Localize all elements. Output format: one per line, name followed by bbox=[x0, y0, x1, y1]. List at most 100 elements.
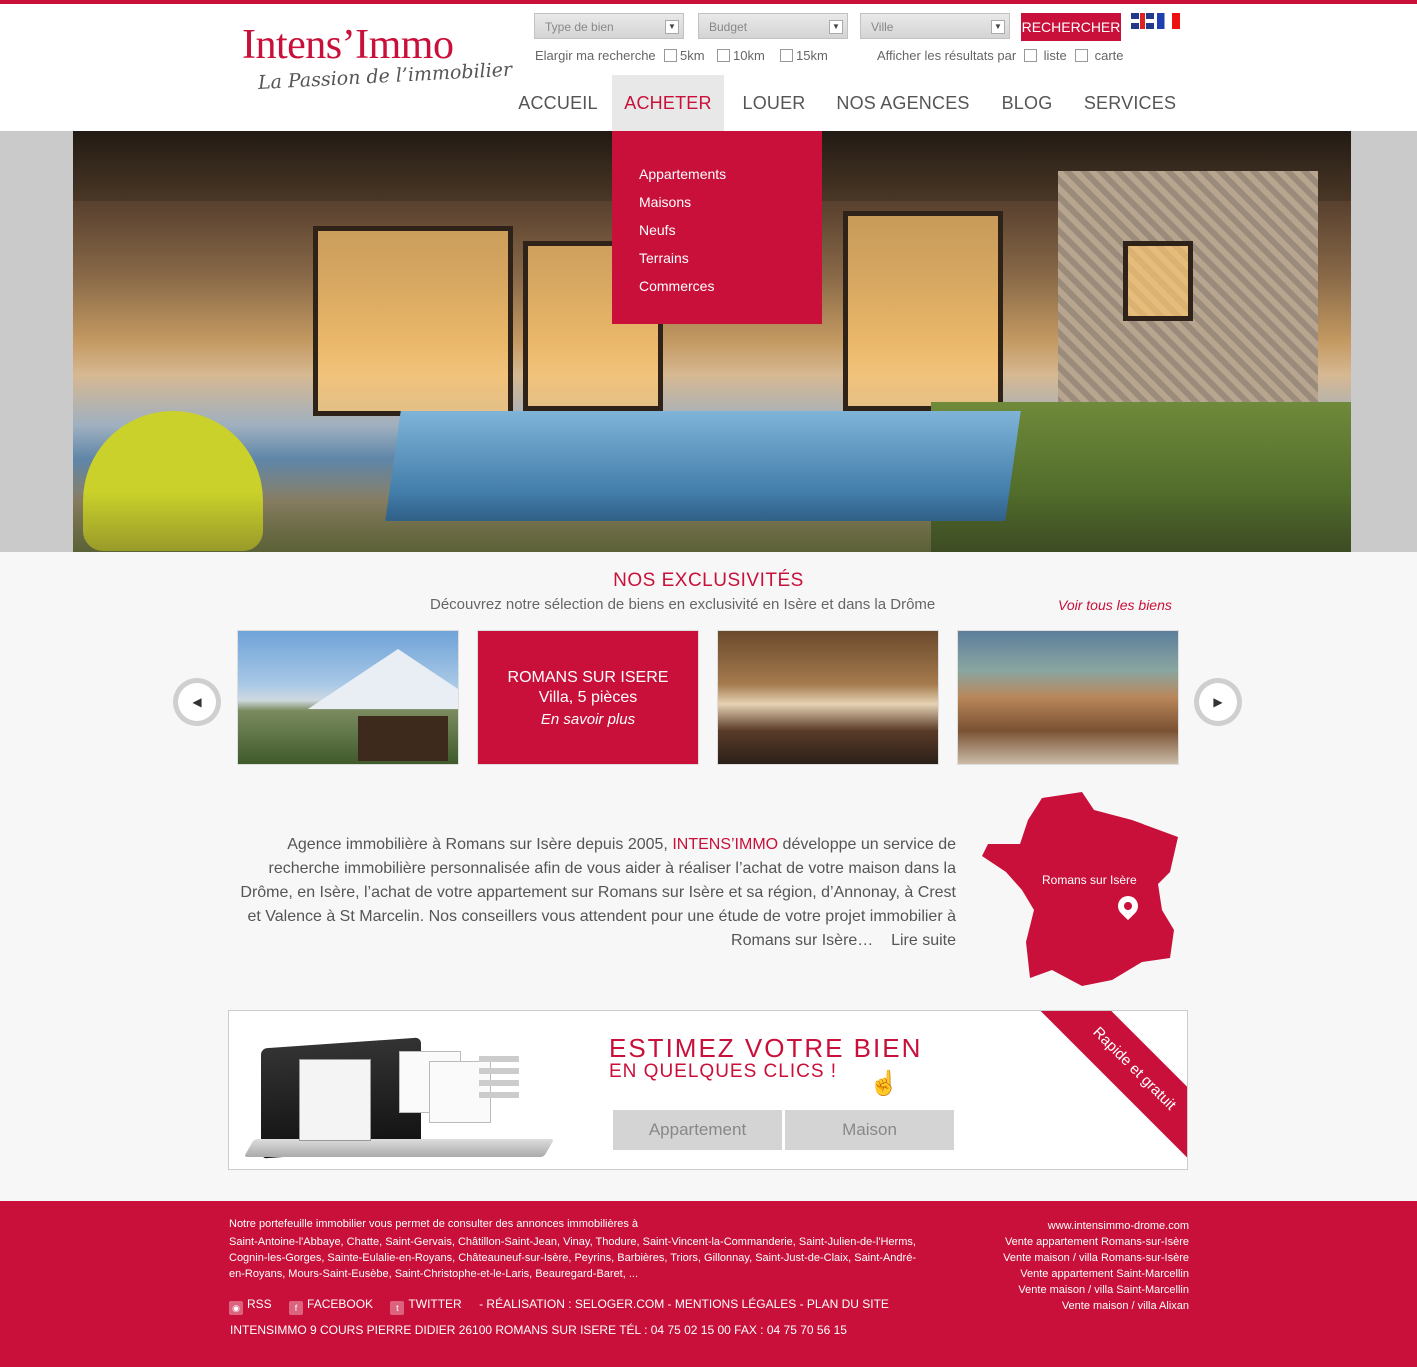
checkbox[interactable] bbox=[1024, 49, 1037, 62]
exclusives-subtitle: Découvrez notre sélection de biens en ex… bbox=[430, 596, 936, 613]
line bbox=[479, 1056, 519, 1062]
pointer-hand-icon: ☝ bbox=[869, 1070, 899, 1097]
chevron-right-icon: ▶ bbox=[1199, 683, 1237, 721]
estimate-title: ESTIMEZ VOTRE BIEN bbox=[609, 1033, 923, 1063]
estimate-subtitle: EN QUELQUES CLICS ! bbox=[609, 1061, 838, 1082]
nav-item-services[interactable]: SERVICES bbox=[1080, 75, 1180, 131]
twitter-label: TWITTER bbox=[408, 1297, 462, 1311]
budget-select-label: Budget bbox=[709, 20, 748, 34]
twitter-link[interactable]: t TWITTER bbox=[390, 1297, 462, 1315]
about-brand: INTENS’IMMO bbox=[672, 836, 779, 853]
budget-select[interactable]: Budget ▼ bbox=[698, 13, 848, 39]
property-card[interactable] bbox=[957, 630, 1179, 765]
display-label: carte bbox=[1094, 48, 1124, 63]
footer-social: ◉ RSS f FACEBOOK t TWITTER - RÉALISATION : … bbox=[229, 1297, 889, 1315]
list-lines-icon bbox=[479, 1056, 519, 1104]
footer-intro: Notre portefeuille immobilier vous perme… bbox=[229, 1218, 639, 1230]
rss-label: RSS bbox=[247, 1297, 272, 1311]
radius-option-10km[interactable]: 10km bbox=[717, 48, 765, 63]
hero-window bbox=[843, 211, 1003, 411]
calculator-icon bbox=[299, 1059, 371, 1141]
estimate-house-button[interactable]: Maison bbox=[785, 1110, 954, 1150]
map-label: Romans sur Isère bbox=[1042, 873, 1137, 887]
about-text-intro: Agence immobilière à Romans sur Isère de… bbox=[287, 836, 673, 853]
display-option-list[interactable]: liste bbox=[1024, 48, 1067, 63]
footer-link[interactable]: Vente maison / villa Romans-sur-Isère bbox=[1003, 1250, 1189, 1266]
nav-item-nos-agences[interactable]: NOS AGENCES bbox=[832, 75, 974, 131]
footer-link[interactable]: Vente maison / villa Saint-Marcellin bbox=[1003, 1282, 1189, 1298]
display-option-map[interactable]: carte bbox=[1075, 48, 1124, 63]
facebook-icon: f bbox=[289, 1301, 304, 1315]
mountain-shape bbox=[308, 649, 458, 709]
laptop-base bbox=[243, 1139, 555, 1157]
checkbox[interactable] bbox=[780, 49, 793, 62]
estimate-apartment-button[interactable]: Appartement bbox=[613, 1110, 782, 1150]
footer: Notre portefeuille immobilier vous perme… bbox=[0, 1201, 1417, 1367]
facebook-link[interactable]: f FACEBOOK bbox=[289, 1297, 373, 1315]
footer-link[interactable]: www.intensimmo-drome.com bbox=[1003, 1218, 1189, 1234]
nav-item-blog[interactable]: BLOG bbox=[992, 75, 1062, 131]
display-label: liste bbox=[1043, 48, 1067, 63]
radius-option-5km[interactable]: 5km bbox=[664, 48, 705, 63]
footer-legal-links[interactable]: - RÉALISATION : SELOGER.COM - MENTIONS L… bbox=[479, 1297, 889, 1311]
hero-window bbox=[313, 226, 513, 416]
radius-label: 15km bbox=[796, 48, 828, 63]
view-all-link[interactable]: Voir tous les biens bbox=[1058, 597, 1172, 613]
radius-label: 10km bbox=[733, 48, 765, 63]
footer-links: www.intensimmo-drome.com Vente apparteme… bbox=[1003, 1218, 1189, 1314]
uk-flag-icon[interactable] bbox=[1131, 13, 1154, 29]
footer-link[interactable]: Vente appartement Romans-sur-Isère bbox=[1003, 1234, 1189, 1250]
radius-label: 5km bbox=[680, 48, 705, 63]
type-select[interactable]: Type de bien ▼ bbox=[534, 13, 684, 39]
acheter-dropdown: Appartements Maisons Neufs Terrains Comm… bbox=[612, 131, 822, 324]
line bbox=[479, 1068, 519, 1074]
chevron-down-icon: ▼ bbox=[829, 20, 843, 34]
carousel-next-button[interactable]: ▶ bbox=[1194, 678, 1242, 726]
chevron-left-icon: ◀ bbox=[178, 683, 216, 721]
property-card-featured[interactable]: ROMANS SUR ISERE Villa, 5 pièces En savo… bbox=[477, 630, 699, 765]
fr-flag-icon[interactable] bbox=[1157, 13, 1180, 29]
dropdown-item-commerces[interactable]: Commerces bbox=[639, 278, 714, 294]
france-map[interactable] bbox=[982, 792, 1182, 988]
about-text: Agence immobilière à Romans sur Isère de… bbox=[230, 833, 956, 953]
nav-item-accueil[interactable]: ACCUEIL bbox=[512, 75, 604, 131]
logo[interactable]: Intens’Immo La Passion de l’immobilier bbox=[242, 22, 513, 94]
footer-towns: Saint-Antoine-l'Abbaye, Chatte, Saint-Ge… bbox=[229, 1236, 916, 1280]
dropdown-item-maisons[interactable]: Maisons bbox=[639, 194, 691, 210]
featured-city: ROMANS SUR ISERE bbox=[507, 669, 669, 686]
estimate-ribbon: Rapide et gratuit bbox=[1024, 1011, 1187, 1169]
featured-more-link[interactable]: En savoir plus bbox=[478, 711, 698, 728]
chevron-down-icon: ▼ bbox=[665, 20, 679, 34]
dropdown-item-neufs[interactable]: Neufs bbox=[639, 222, 676, 238]
read-more-link[interactable]: Lire suite bbox=[891, 932, 956, 949]
line bbox=[479, 1080, 519, 1086]
checkbox[interactable] bbox=[1075, 49, 1088, 62]
dropdown-item-appartements[interactable]: Appartements bbox=[639, 166, 726, 182]
dropdown-item-terrains[interactable]: Terrains bbox=[639, 250, 689, 266]
logo-title: Intens’Immo bbox=[242, 22, 454, 68]
estimate-banner: ESTIMEZ VOTRE BIEN EN QUELQUES CLICS ! ☝… bbox=[228, 1010, 1188, 1170]
city-select[interactable]: Ville ▼ bbox=[860, 13, 1010, 39]
search-button[interactable]: RECHERCHER bbox=[1021, 13, 1121, 41]
chalet-shape bbox=[358, 716, 448, 761]
radius-option-15km[interactable]: 15km bbox=[780, 48, 828, 63]
footer-link[interactable]: Vente appartement Saint-Marcellin bbox=[1003, 1266, 1189, 1282]
carousel-prev-button[interactable]: ◀ bbox=[173, 678, 221, 726]
line bbox=[479, 1092, 519, 1098]
twitter-icon: t bbox=[390, 1301, 405, 1315]
type-select-label: Type de bien bbox=[545, 20, 614, 34]
footer-link[interactable]: Vente maison / villa Alixan bbox=[1003, 1298, 1189, 1314]
property-card[interactable] bbox=[717, 630, 939, 765]
widen-search-label: Elargir ma recherche bbox=[535, 48, 656, 63]
footer-address: INTENSIMMO 9 COURS PIERRE DIDIER 26100 R… bbox=[230, 1323, 847, 1337]
checkbox[interactable] bbox=[664, 49, 677, 62]
nav-item-louer[interactable]: LOUER bbox=[734, 75, 814, 131]
chevron-down-icon: ▼ bbox=[991, 20, 1005, 34]
france-shape bbox=[982, 792, 1178, 986]
rss-link[interactable]: ◉ RSS bbox=[229, 1297, 272, 1315]
featured-type: Villa, 5 pièces bbox=[538, 689, 638, 706]
checkbox[interactable] bbox=[717, 49, 730, 62]
rss-icon: ◉ bbox=[229, 1301, 243, 1315]
hero-window bbox=[1123, 241, 1193, 321]
property-card[interactable] bbox=[237, 630, 459, 765]
